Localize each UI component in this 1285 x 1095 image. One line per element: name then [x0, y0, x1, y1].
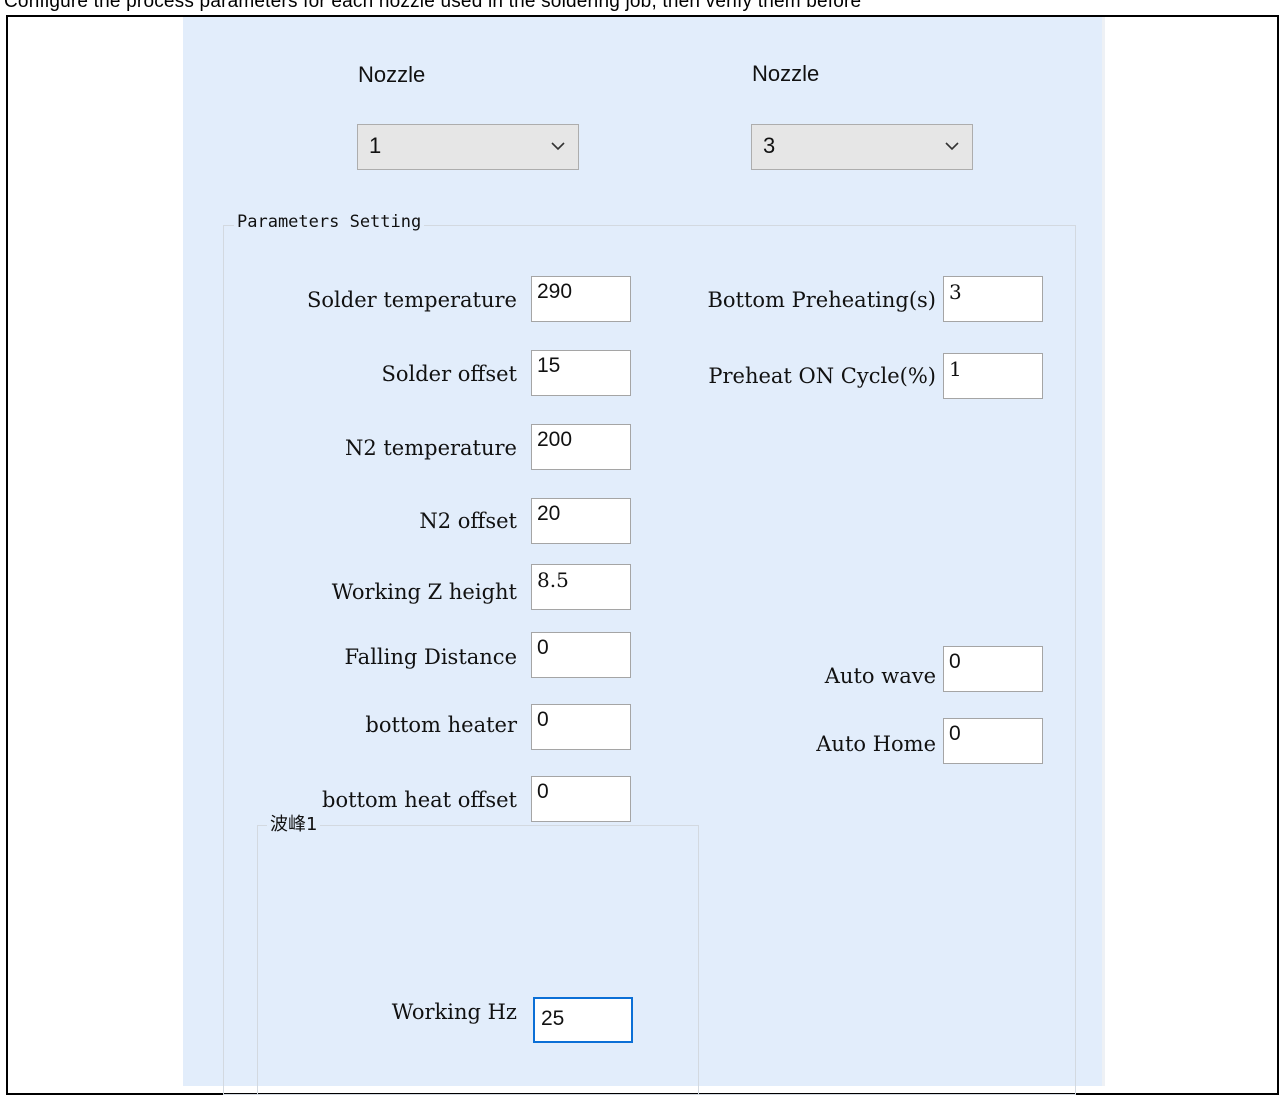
n2-offset-input[interactable]: 20: [531, 498, 631, 544]
nozzle-left-value: 1: [369, 133, 382, 158]
working-z-height-label: Working Z height: [331, 580, 517, 604]
chevron-down-icon: [945, 142, 959, 151]
auto-home-input[interactable]: 0: [943, 718, 1043, 764]
nozzle-right-value: 3: [763, 133, 776, 158]
bottom-heater-label: bottom heater: [365, 713, 517, 737]
nozzle-right-select[interactable]: 3: [751, 124, 973, 170]
working-z-height-input[interactable]: 8.5: [531, 564, 631, 610]
preheat-on-cycle-input[interactable]: 1: [943, 353, 1043, 399]
bottom-preheating-input[interactable]: 3: [943, 276, 1043, 322]
wave-1-group: 波峰1: [257, 810, 699, 1095]
working-hz-input[interactable]: 25: [533, 997, 633, 1043]
n2-temperature-input[interactable]: 200: [531, 424, 631, 470]
settings-panel: Nozzle 1 Nozzle 3 Parameters Setting Sol…: [183, 17, 1105, 1095]
falling-distance-input[interactable]: 0: [531, 632, 631, 678]
bottom-heater-input[interactable]: 0: [531, 704, 631, 750]
parameters-setting-title: Parameters Setting: [234, 212, 425, 232]
chevron-down-icon: [551, 142, 565, 151]
top-caption: Configure the process parameters for eac…: [4, 0, 862, 12]
wave-1-title: 波峰1: [267, 810, 321, 836]
auto-home-label: Auto Home: [816, 732, 936, 756]
n2-temperature-label: N2 temperature: [344, 436, 517, 460]
falling-distance-label: Falling Distance: [344, 645, 517, 669]
solder-temperature-label: Solder temperature: [307, 288, 517, 312]
bottom-preheating-label: Bottom Preheating(s): [707, 288, 936, 312]
auto-wave-input[interactable]: 0: [943, 646, 1043, 692]
nozzle-left-label: Nozzle: [358, 62, 426, 87]
nozzle-right-label: Nozzle: [752, 61, 820, 86]
solder-temperature-input[interactable]: 290: [531, 276, 631, 322]
solder-offset-input[interactable]: 15: [531, 350, 631, 396]
bottom-heat-offset-input[interactable]: 0: [531, 776, 631, 822]
working-hz-label: Working Hz: [391, 1000, 517, 1024]
auto-wave-label: Auto wave: [824, 664, 936, 688]
nozzle-left-select[interactable]: 1: [357, 124, 579, 170]
n2-offset-label: N2 offset: [419, 509, 517, 533]
bottom-heat-offset-label: bottom heat offset: [322, 788, 517, 812]
preheat-on-cycle-label: Preheat ON Cycle(%): [708, 364, 936, 388]
solder-offset-label: Solder offset: [381, 362, 517, 386]
